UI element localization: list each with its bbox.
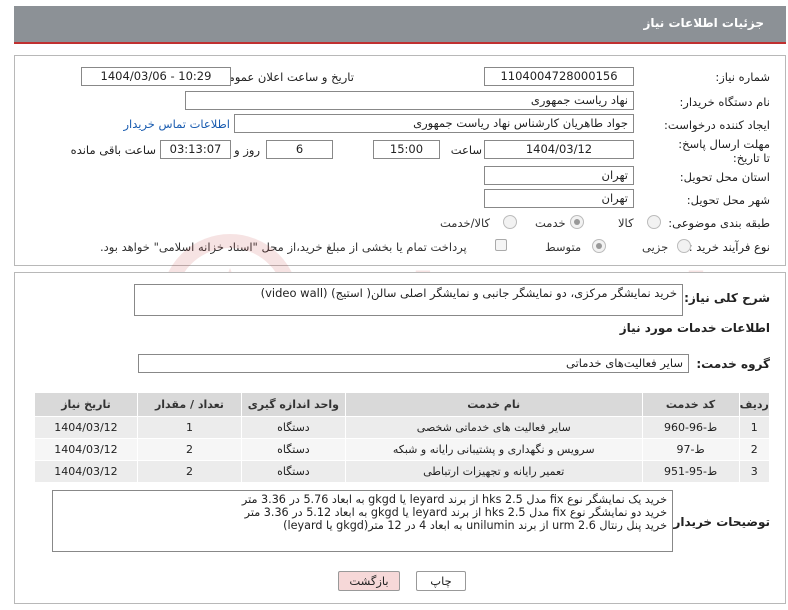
cell-code: ط-96-960 <box>641 416 740 439</box>
process-radio-minor[interactable] <box>677 239 691 253</box>
creator-label: ایجاد کننده درخواست: <box>664 118 770 132</box>
services-table: ردیف کد خدمت نام خدمت واحد اندازه گیری ت… <box>34 392 770 483</box>
category-radio-goods-service[interactable] <box>503 215 517 229</box>
buyer-org-label: نام دستگاه خریدار: <box>679 95 770 109</box>
need-number-field: 1104004728000156 <box>484 67 634 86</box>
col-qty-header: تعداد / مقدار <box>136 392 242 417</box>
services-table-header: ردیف کد خدمت نام خدمت واحد اندازه گیری ت… <box>34 392 770 417</box>
remaining-time-label: ساعت باقی مانده <box>70 143 156 157</box>
summary-text: خرید نمایشگر مرکزی، دو نمایشگر جانبی و ن… <box>260 286 677 300</box>
remaining-time-field: 03:13:07 <box>160 140 231 159</box>
cell-code: ط-97 <box>641 438 740 461</box>
process-option-medium: متوسط <box>545 240 582 254</box>
process-label: نوع فرآیند خرید : <box>688 240 770 254</box>
province-field: تهران <box>484 166 634 185</box>
cell-unit: دستگاه <box>240 416 346 439</box>
table-row: 2 ط-97 سرویس و نگهداری و پشتیبانی رایانه… <box>34 438 770 461</box>
remaining-days-field: 6 <box>266 140 333 159</box>
col-row-header: ردیف <box>738 392 770 417</box>
treasury-payment-note: پرداخت تمام یا بخشی از مبلغ خرید،از محل … <box>100 240 467 254</box>
buyer-note-line: خرید دو نمایشگر نوع fix مدل hks 2.5 از ب… <box>244 506 667 519</box>
contact-info-link[interactable]: اطلاعات تماس خریدار <box>123 117 230 131</box>
creator-field: جواد طاهریان کارشناس نهاد ریاست جمهوری <box>234 114 634 133</box>
col-unit-header: واحد اندازه گیری <box>240 392 346 417</box>
deadline-date-field: 1404/03/12 <box>484 140 634 159</box>
cell-qty: 1 <box>136 416 242 439</box>
cell-unit: دستگاه <box>240 438 346 461</box>
col-name-header: نام خدمت <box>344 392 643 417</box>
deadline-time-field: 15:00 <box>373 140 440 159</box>
cell-row: 2 <box>738 438 770 461</box>
buyer-note-line: خرید پنل رنتال urm 2.6 از برند unilumin … <box>283 519 667 532</box>
cell-row: 1 <box>738 416 770 439</box>
cell-date: 1404/03/12 <box>34 416 138 439</box>
page-title: جزئیات اطلاعات نیاز <box>643 16 764 30</box>
cell-name: سرویس و نگهداری و پشتیبانی رایانه و شبکه <box>344 438 643 461</box>
buyer-note-line: خرید یک نمایشگر نوع fix مدل hks 2.5 از ب… <box>241 493 667 506</box>
deadline-time-label: ساعت <box>450 143 482 157</box>
cell-row: 3 <box>738 460 770 483</box>
deadline-label: مهلت ارسال پاسخ: تا تاریخ: <box>678 137 770 165</box>
summary-field: خرید نمایشگر مرکزی، دو نمایشگر جانبی و ن… <box>134 284 683 316</box>
buyer-org-field: نهاد ریاست جمهوری <box>185 91 634 110</box>
table-row: 3 ط-95-951 تعمیر رایانه و تجهیزات ارتباط… <box>34 460 770 483</box>
cell-qty: 2 <box>136 438 242 461</box>
cell-qty: 2 <box>136 460 242 483</box>
treasury-payment-checkbox[interactable] <box>495 239 507 251</box>
buyer-notes-label: توضیحات خریدار: <box>668 515 770 529</box>
announce-label: تاریخ و ساعت اعلان عمومی: <box>215 70 354 84</box>
buyer-notes-field: خرید یک نمایشگر نوع fix مدل hks 2.5 از ب… <box>52 490 673 552</box>
announce-field: 1404/03/06 - 10:29 <box>81 67 231 86</box>
cell-unit: دستگاه <box>240 460 346 483</box>
province-label: استان محل تحویل: <box>679 170 770 184</box>
cell-code: ط-95-951 <box>641 460 740 483</box>
cell-date: 1404/03/12 <box>34 438 138 461</box>
cell-date: 1404/03/12 <box>34 460 138 483</box>
category-radio-service[interactable] <box>570 215 584 229</box>
category-radio-goods[interactable] <box>647 215 661 229</box>
need-number-label: شماره نیاز: <box>715 70 770 84</box>
category-option-goods: کالا <box>618 216 634 230</box>
city-label: شهر محل تحویل: <box>686 193 770 207</box>
page-header: جزئیات اطلاعات نیاز <box>14 6 786 44</box>
summary-label: شرح کلی نیاز: <box>684 291 770 305</box>
back-button[interactable]: بازگشت <box>338 571 400 591</box>
category-label: طبقه بندی موضوعی: <box>668 216 770 230</box>
service-group-label: گروه خدمت: <box>696 357 770 371</box>
cell-name: سایر فعالیت های خدماتی شخصی <box>344 416 643 439</box>
process-radio-medium[interactable] <box>592 239 606 253</box>
print-button[interactable]: چاپ <box>416 571 466 591</box>
col-date-header: تاریخ نیاز <box>34 392 138 417</box>
process-option-minor: جزیی <box>642 240 669 254</box>
table-row: 1 ط-96-960 سایر فعالیت های خدماتی شخصی د… <box>34 416 770 439</box>
category-option-service: خدمت <box>535 216 566 230</box>
city-field: تهران <box>484 189 634 208</box>
services-section-title: اطلاعات خدمات مورد نیاز <box>619 321 770 335</box>
category-option-goods-service: کالا/خدمت <box>440 216 491 230</box>
days-label: روز و <box>234 143 260 157</box>
col-code-header: کد خدمت <box>641 392 740 417</box>
service-group-field: سایر فعالیت‌های خدماتی <box>138 354 689 373</box>
cell-name: تعمیر رایانه و تجهیزات ارتباطی <box>344 460 643 483</box>
